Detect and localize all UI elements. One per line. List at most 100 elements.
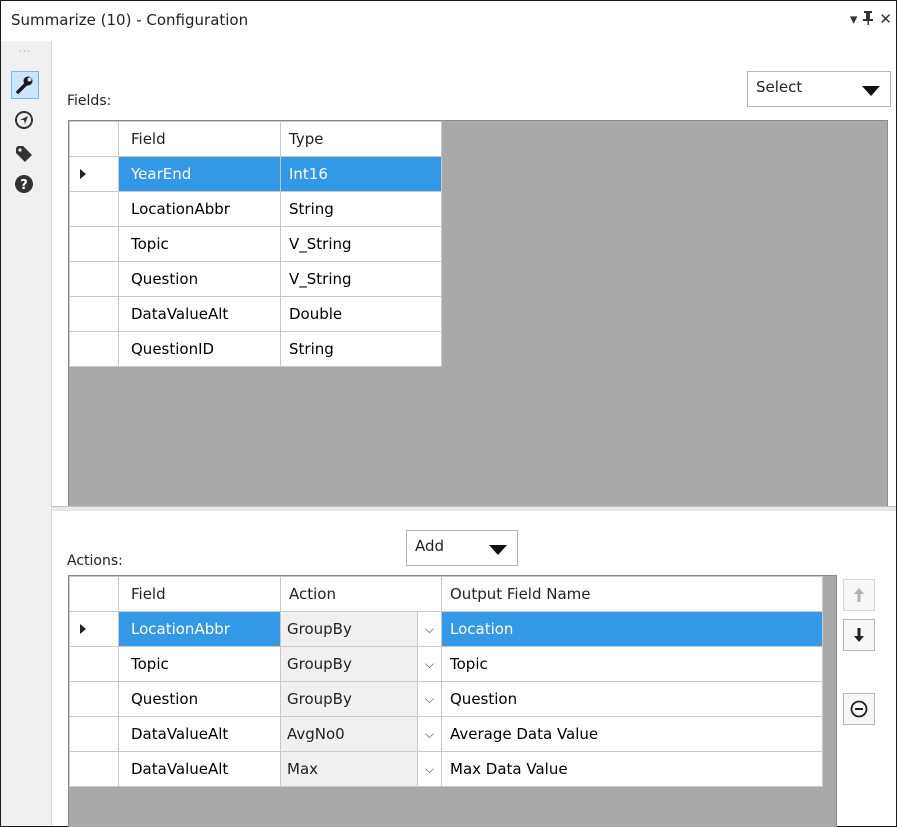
chevron-down-icon[interactable]: ⌵ <box>416 751 443 787</box>
select-dropdown[interactable]: Select <box>747 71 891 107</box>
output-field-name-cell[interactable]: Max Data Value <box>441 751 823 787</box>
navigator-icon <box>15 111 33 129</box>
pin-icon[interactable] <box>862 10 874 29</box>
window-title: Summarize (10) - Configuration <box>11 11 249 29</box>
row-selector[interactable] <box>69 191 119 227</box>
dropdown-menu-icon[interactable]: ▾ <box>850 10 858 29</box>
left-toolbar: ··· ? <box>1 41 52 826</box>
fields-row[interactable]: Question V_String <box>69 261 442 297</box>
field-type-cell[interactable]: String <box>280 191 442 227</box>
action-value: AvgNo0 <box>287 725 345 743</box>
actions-row[interactable]: Topic GroupBy ⌵ Topic <box>69 646 823 682</box>
action-field-cell[interactable]: DataValueAlt <box>118 716 281 752</box>
row-header-corner <box>69 576 119 612</box>
fields-row[interactable]: YearEnd Int16 <box>69 156 442 192</box>
configuration-tab-button[interactable] <box>11 71 39 99</box>
column-header-type[interactable]: Type <box>280 121 442 157</box>
row-selector[interactable] <box>69 156 119 192</box>
output-field-name-cell[interactable]: Location <box>441 611 823 647</box>
row-selector[interactable] <box>69 226 119 262</box>
row-selector[interactable] <box>69 681 119 717</box>
fields-row[interactable]: DataValueAlt Double <box>69 296 442 332</box>
field-name-cell[interactable]: QuestionID <box>118 331 281 367</box>
row-selector[interactable] <box>69 611 119 647</box>
title-bar: Summarize (10) - Configuration ▾ ✕ <box>1 1 896 41</box>
action-value: Max <box>287 760 319 778</box>
tag-tab-button[interactable] <box>11 141 37 167</box>
tag-icon <box>16 146 32 162</box>
fields-row[interactable]: LocationAbbr String <box>69 191 442 227</box>
row-pointer-icon <box>80 624 86 634</box>
action-select[interactable]: GroupBy <box>280 646 418 682</box>
chevron-down-icon <box>862 86 880 96</box>
row-selector[interactable] <box>69 331 119 367</box>
grip-handle[interactable]: ··· <box>19 47 31 57</box>
help-tab-button[interactable]: ? <box>11 171 37 197</box>
move-up-button[interactable] <box>843 579 875 611</box>
field-name-cell[interactable]: YearEnd <box>118 156 281 192</box>
add-dropdown-label: Add <box>415 537 445 555</box>
move-down-button[interactable] <box>843 619 875 651</box>
action-field-cell[interactable]: DataValueAlt <box>118 751 281 787</box>
actions-header-row: Field Action Output Field Name <box>69 576 823 612</box>
help-icon: ? <box>15 175 33 193</box>
fields-row[interactable]: QuestionID String <box>69 331 442 367</box>
chevron-down-icon[interactable]: ⌵ <box>416 681 443 717</box>
actions-row[interactable]: DataValueAlt AvgNo0 ⌵ Average Data Value <box>69 716 823 752</box>
annotation-tab-button[interactable] <box>11 107 37 133</box>
row-selector[interactable] <box>69 751 119 787</box>
actions-content: Actions: Add Field Action Output Field N… <box>52 511 896 827</box>
move-up-icon <box>854 588 864 602</box>
remove-icon <box>850 700 868 718</box>
fields-row[interactable]: Topic V_String <box>69 226 442 262</box>
chevron-down-icon[interactable]: ⌵ <box>416 646 443 682</box>
fields-grid: Field Type YearEnd Int16 LocationAbbr St… <box>68 120 888 520</box>
action-select[interactable]: GroupBy <box>280 681 418 717</box>
action-select[interactable]: GroupBy <box>280 611 418 647</box>
column-header-field[interactable]: Field <box>118 576 281 612</box>
field-type-cell[interactable]: V_String <box>280 226 442 262</box>
field-type-cell[interactable]: String <box>280 331 442 367</box>
chevron-down-icon[interactable]: ⌵ <box>416 716 443 752</box>
column-header-output-field-name[interactable]: Output Field Name <box>441 576 823 612</box>
row-selector[interactable] <box>69 646 119 682</box>
row-header-corner <box>69 121 119 157</box>
row-selector[interactable] <box>69 716 119 752</box>
field-type-cell[interactable]: Int16 <box>280 156 442 192</box>
close-icon[interactable]: ✕ <box>879 10 892 29</box>
action-field-cell[interactable]: Question <box>118 681 281 717</box>
field-name-cell[interactable]: DataValueAlt <box>118 296 281 332</box>
action-select[interactable]: AvgNo0 <box>280 716 418 752</box>
action-select[interactable]: Max <box>280 751 418 787</box>
actions-row[interactable]: Question GroupBy ⌵ Question <box>69 681 823 717</box>
action-field-cell[interactable]: Topic <box>118 646 281 682</box>
output-field-name-cell[interactable]: Question <box>441 681 823 717</box>
field-name-cell[interactable]: Question <box>118 261 281 297</box>
remove-button[interactable] <box>843 693 875 725</box>
column-header-action[interactable]: Action <box>280 576 442 612</box>
field-name-cell[interactable]: Topic <box>118 226 281 262</box>
field-type-cell[interactable]: V_String <box>280 261 442 297</box>
action-value: GroupBy <box>287 620 352 638</box>
action-value: GroupBy <box>287 655 352 673</box>
actions-table: Field Action Output Field Name LocationA… <box>69 576 823 787</box>
row-selector[interactable] <box>69 261 119 297</box>
column-header-field[interactable]: Field <box>118 121 281 157</box>
actions-label: Actions: <box>67 553 123 569</box>
field-type-cell[interactable]: Double <box>280 296 442 332</box>
window-controls: ▾ ✕ <box>850 10 892 29</box>
row-selector[interactable] <box>69 296 119 332</box>
actions-row[interactable]: LocationAbbr GroupBy ⌵ Location <box>69 611 823 647</box>
fields-label: Fields: <box>67 93 112 109</box>
output-field-name-cell[interactable]: Average Data Value <box>441 716 823 752</box>
action-field-cell[interactable]: LocationAbbr <box>118 611 281 647</box>
field-name-cell[interactable]: LocationAbbr <box>118 191 281 227</box>
actions-row[interactable]: DataValueAlt Max ⌵ Max Data Value <box>69 751 823 787</box>
add-dropdown[interactable]: Add <box>406 530 518 566</box>
action-value: GroupBy <box>287 690 352 708</box>
fields-table: Field Type YearEnd Int16 LocationAbbr St… <box>69 121 442 367</box>
select-dropdown-label: Select <box>756 78 803 96</box>
output-field-name-cell[interactable]: Topic <box>441 646 823 682</box>
chevron-down-icon[interactable]: ⌵ <box>416 611 443 647</box>
svg-text:?: ? <box>20 178 28 193</box>
